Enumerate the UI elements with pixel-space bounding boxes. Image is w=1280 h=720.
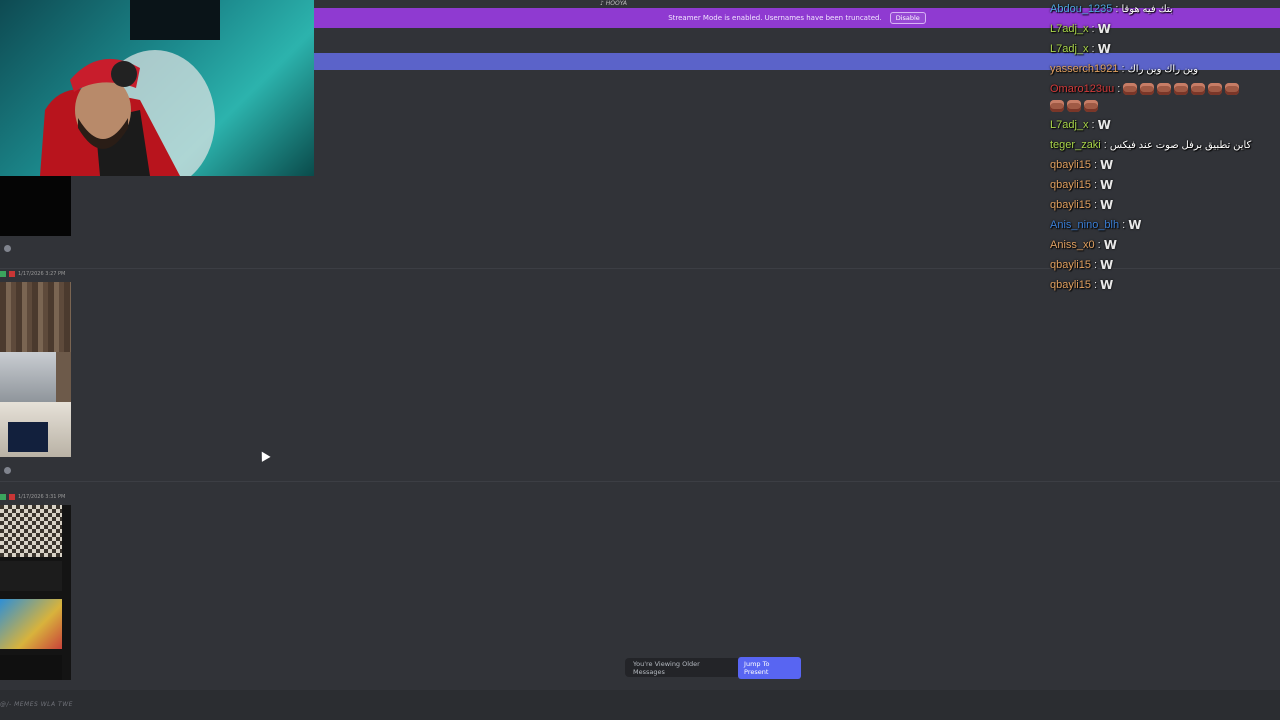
face-emote-icon <box>1225 83 1240 95</box>
chat-message: Omaro123uu: <box>1050 80 1240 98</box>
tv-screen <box>0 352 56 402</box>
device-on-table <box>8 422 48 452</box>
reaction-avatar[interactable] <box>4 467 11 474</box>
chat-username: teger_zaki <box>1050 139 1101 151</box>
chat-username: qbayli15 <box>1050 179 1091 191</box>
chat-text: بتك فيه هوقا <box>1121 3 1173 15</box>
chat-message: qbayli15: W <box>1050 176 1113 194</box>
w-emote-icon: W <box>1100 198 1114 212</box>
older-messages-text: You're Viewing Older Messages <box>633 659 700 676</box>
chat-message: Anis_nino_blh: W <box>1050 216 1141 234</box>
attachment-image-room[interactable] <box>0 282 71 457</box>
chat-username: Abdou_1235 <box>1050 3 1113 15</box>
chat-separator: : <box>1093 279 1098 291</box>
chat-username: L7adj_x <box>1050 43 1089 55</box>
chat-username: L7adj_x <box>1050 23 1089 35</box>
chat-message: Abdou_1235: بتك فيه هوقا <box>1050 0 1173 18</box>
media-preview-dark[interactable] <box>0 176 71 236</box>
face-emote-icon <box>1123 83 1138 95</box>
bottom-text: @/- MEMES WLA TWE <box>0 701 73 708</box>
streamer-webcam-image <box>40 0 220 176</box>
chat-message: L7adj_x: W <box>1050 116 1111 134</box>
streamer-banner-text: Streamer Mode is enabled. Usernames have… <box>668 14 882 22</box>
message-divider <box>0 481 1280 482</box>
attachment-image-feed[interactable] <box>0 505 71 680</box>
w-emote-icon: W <box>1100 278 1114 292</box>
w-emote-icon: W <box>1100 258 1114 272</box>
chat-separator: : <box>1097 239 1101 251</box>
badge-icon <box>9 494 15 500</box>
chat-text: وين راك وين راك <box>1127 63 1199 75</box>
chat-message: qbayli15: W <box>1050 256 1113 274</box>
face-emote-icon <box>1084 100 1098 112</box>
chat-username: qbayli15 <box>1050 199 1091 211</box>
chat-username: qbayli15 <box>1050 259 1091 271</box>
chat-username: qbayli15 <box>1050 159 1091 171</box>
jump-to-present-button[interactable]: Jump To Present <box>738 656 801 679</box>
badge-icon <box>9 271 15 277</box>
chat-separator: : <box>1117 83 1121 95</box>
post-footer <box>0 655 62 680</box>
checker-floor-image <box>0 505 62 557</box>
chat-separator: : <box>1091 43 1095 55</box>
chat-username: L7adj_x <box>1050 119 1089 131</box>
w-emote-icon: W <box>1100 158 1114 172</box>
flag-icon <box>0 271 6 277</box>
flag-icon <box>0 494 6 500</box>
chat-separator: : <box>1121 63 1125 75</box>
message-header: 1/17/2026 3:27 PM <box>0 271 65 277</box>
chat-message: L7adj_x: W <box>1050 20 1111 38</box>
chat-separator: : <box>1093 259 1098 271</box>
message-timestamp: 1/17/2026 3:31 PM <box>18 494 66 500</box>
w-emote-icon: W <box>1100 178 1114 192</box>
chat-separator: : <box>1093 199 1098 211</box>
chat-username: Omaro123uu <box>1050 83 1115 95</box>
post-caption-area <box>0 561 62 591</box>
chat-message: qbayli15: W <box>1050 276 1113 294</box>
chat-username: yasserch1921 <box>1050 63 1119 75</box>
message-header: 1/17/2026 3:31 PM <box>0 494 65 500</box>
chat-emote-row <box>1050 97 1098 115</box>
chat-separator: : <box>1093 159 1098 171</box>
thumbnail-image <box>0 599 62 649</box>
curtain-area <box>0 282 71 352</box>
w-emote-icon: W <box>1128 218 1142 232</box>
chat-separator: : <box>1103 139 1107 151</box>
face-emote-icon <box>1050 100 1064 112</box>
w-emote-icon: W <box>1097 42 1111 56</box>
older-messages-notice: You're Viewing Older Messages Jump To Pr… <box>625 656 801 679</box>
chat-message: L7adj_x: W <box>1050 40 1111 58</box>
w-emote-icon: W <box>1097 22 1111 36</box>
chat-message: teger_zaki: كاين تطبيق برفل صوت عند فيكس <box>1050 136 1251 154</box>
face-emote-icon <box>1140 83 1155 95</box>
chat-message: Aniss_x0: W <box>1050 236 1117 254</box>
chat-message: yasserch1921: وين راك وين راك <box>1050 60 1198 78</box>
face-emote-icon <box>1191 83 1206 95</box>
face-emote-icon <box>1067 100 1081 112</box>
chat-separator: : <box>1091 23 1095 35</box>
bottom-bar <box>0 690 1280 720</box>
chat-message: qbayli15: W <box>1050 196 1113 214</box>
webcam-overlay <box>0 0 314 176</box>
chat-username: Aniss_x0 <box>1050 239 1095 251</box>
w-emote-icon: W <box>1103 238 1117 252</box>
w-emote-icon: W <box>1097 118 1111 132</box>
chat-username: qbayli15 <box>1050 279 1091 291</box>
chat-username: Anis_nino_blh <box>1050 219 1120 231</box>
chat-message: qbayli15: W <box>1050 156 1113 174</box>
chat-text: كاين تطبيق برفل صوت عند فيكس <box>1109 139 1252 151</box>
chat-separator: : <box>1091 119 1095 131</box>
face-emote-icon <box>1174 83 1189 95</box>
mouse-cursor-icon <box>257 449 271 462</box>
chat-separator: : <box>1122 219 1126 231</box>
message-timestamp: 1/17/2026 3:27 PM <box>18 271 66 277</box>
chat-separator: : <box>1093 179 1098 191</box>
disable-streamer-mode-button[interactable]: Disable <box>889 12 926 24</box>
top-label: ♪ HOOYA <box>600 0 627 7</box>
reaction-avatar[interactable] <box>4 245 11 252</box>
chat-separator: : <box>1115 3 1119 15</box>
face-emote-icon <box>1208 83 1223 95</box>
face-emote-icon <box>1157 83 1172 95</box>
